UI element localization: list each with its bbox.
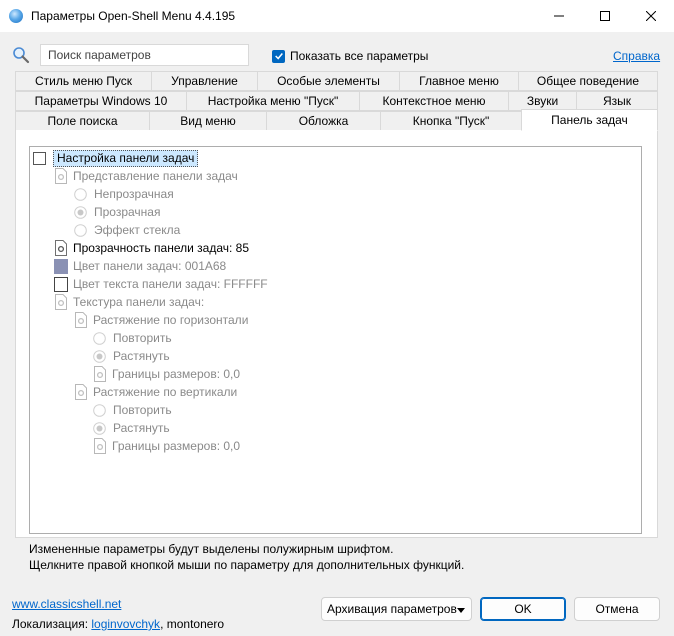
website-link[interactable]: www.classicshell.net bbox=[12, 597, 121, 611]
tab-context-menu[interactable]: Контекстное меню bbox=[359, 91, 509, 111]
tab-start-menu-style[interactable]: Стиль меню Пуск bbox=[15, 71, 152, 91]
window-title: Параметры Open-Shell Menu 4.4.195 bbox=[31, 9, 236, 23]
info-text-bold: Измененные параметры будут выделены полу… bbox=[29, 542, 394, 556]
settings-tree[interactable]: Настройка панели задач Представление пан… bbox=[29, 146, 642, 534]
tree-item-glass[interactable]: Эффект стекла bbox=[74, 221, 180, 239]
close-button[interactable] bbox=[628, 0, 674, 32]
tab-special-items[interactable]: Особые элементы bbox=[257, 71, 400, 91]
dropdown-arrow-icon bbox=[457, 608, 465, 613]
tab-start-button[interactable]: Кнопка "Пуск" bbox=[380, 111, 522, 131]
tree-item-stretch-vertical[interactable]: Растяжение по вертикали bbox=[74, 383, 237, 401]
tree-item-borders-h[interactable]: Границы размеров: 0,0 bbox=[93, 365, 240, 383]
tab-windows10-settings[interactable]: Параметры Windows 10 bbox=[15, 91, 187, 111]
title-bar: Параметры Open-Shell Menu 4.4.195 bbox=[0, 0, 674, 32]
tree-item-repeat-h[interactable]: Повторить bbox=[93, 329, 172, 347]
search-icon bbox=[12, 46, 30, 64]
close-icon bbox=[646, 11, 656, 21]
info-text-right-click: Щелкните правой кнопкой мыши по параметр… bbox=[29, 558, 465, 572]
tree-item-transparent[interactable]: Прозрачная bbox=[74, 203, 160, 221]
tree-item-taskbar-color[interactable]: Цвет панели задач: 001A68 bbox=[54, 257, 226, 275]
settings-page-icon bbox=[94, 438, 106, 454]
tree-root-customize-taskbar[interactable]: Настройка панели задач bbox=[33, 149, 199, 167]
tree-item-repeat-v[interactable]: Повторить bbox=[93, 401, 172, 419]
show-all-checkbox[interactable]: Показать все параметры bbox=[272, 49, 428, 63]
tab-search-box[interactable]: Поле поиска bbox=[15, 111, 150, 131]
tab-customize-start-menu[interactable]: Настройка меню "Пуск" bbox=[186, 91, 360, 111]
help-link[interactable]: Справка bbox=[613, 49, 660, 63]
radio-selected-icon bbox=[93, 349, 106, 363]
tree-item-stretch-h[interactable]: Растянуть bbox=[93, 347, 170, 365]
settings-page-icon bbox=[55, 168, 67, 184]
localization-credit: Локализация: loginvovchyk, montonero bbox=[12, 617, 225, 631]
checkbox-unchecked-icon bbox=[33, 151, 46, 165]
radio-selected-icon bbox=[93, 421, 106, 435]
tab-general-behavior[interactable]: Общее поведение bbox=[518, 71, 658, 91]
tree-item-taskbar-look[interactable]: Представление панели задач bbox=[54, 167, 238, 185]
app-shell-icon bbox=[9, 9, 23, 23]
color-swatch bbox=[54, 258, 68, 274]
settings-page-icon bbox=[75, 312, 87, 328]
radio-empty-icon bbox=[93, 331, 106, 345]
minimize-button[interactable] bbox=[536, 0, 582, 32]
tree-item-opaque[interactable]: Непрозрачная bbox=[74, 185, 174, 203]
tree-root-label: Настройка панели задач bbox=[57, 151, 195, 165]
tree-item-stretch-horizontal[interactable]: Растяжение по горизонтали bbox=[74, 311, 248, 329]
tab-skin[interactable]: Обложка bbox=[266, 111, 381, 131]
checkbox-checked-icon bbox=[272, 49, 285, 63]
tree-item-text-color[interactable]: Цвет текста панели задач: FFFFFF bbox=[54, 275, 268, 293]
tree-item-texture[interactable]: Текстура панели задач: bbox=[54, 293, 204, 311]
color-swatch bbox=[54, 276, 68, 292]
settings-page-icon bbox=[55, 294, 67, 310]
maximize-icon bbox=[600, 11, 610, 21]
tree-item-stretch-v[interactable]: Растянуть bbox=[93, 419, 170, 437]
tree-item-opacity[interactable]: Прозрачность панели задач: 85 bbox=[54, 239, 249, 257]
ok-button[interactable]: OK bbox=[480, 597, 566, 621]
settings-page-icon bbox=[55, 240, 67, 256]
settings-page-icon bbox=[75, 384, 87, 400]
localizer-link[interactable]: loginvovchyk bbox=[91, 617, 160, 631]
tree-item-borders-v[interactable]: Границы размеров: 0,0 bbox=[93, 437, 240, 455]
tab-language[interactable]: Язык bbox=[576, 91, 658, 111]
minimize-icon bbox=[554, 15, 564, 17]
tab-main-menu[interactable]: Главное меню bbox=[399, 71, 519, 91]
tab-menu-look[interactable]: Вид меню bbox=[149, 111, 267, 131]
show-all-label: Показать все параметры bbox=[290, 49, 429, 63]
radio-empty-icon bbox=[74, 187, 87, 201]
radio-selected-icon bbox=[74, 205, 87, 219]
tab-sounds[interactable]: Звуки bbox=[508, 91, 577, 111]
tab-controls[interactable]: Управление bbox=[151, 71, 258, 91]
search-input[interactable] bbox=[40, 44, 249, 66]
backup-settings-button[interactable]: Архивация параметров bbox=[321, 597, 472, 621]
cancel-button[interactable]: Отмена bbox=[574, 597, 660, 621]
radio-empty-icon bbox=[74, 223, 87, 237]
tab-taskbar[interactable]: Панель задач bbox=[521, 109, 658, 131]
radio-empty-icon bbox=[93, 403, 106, 417]
settings-page-icon bbox=[94, 366, 106, 382]
maximize-button[interactable] bbox=[582, 0, 628, 32]
